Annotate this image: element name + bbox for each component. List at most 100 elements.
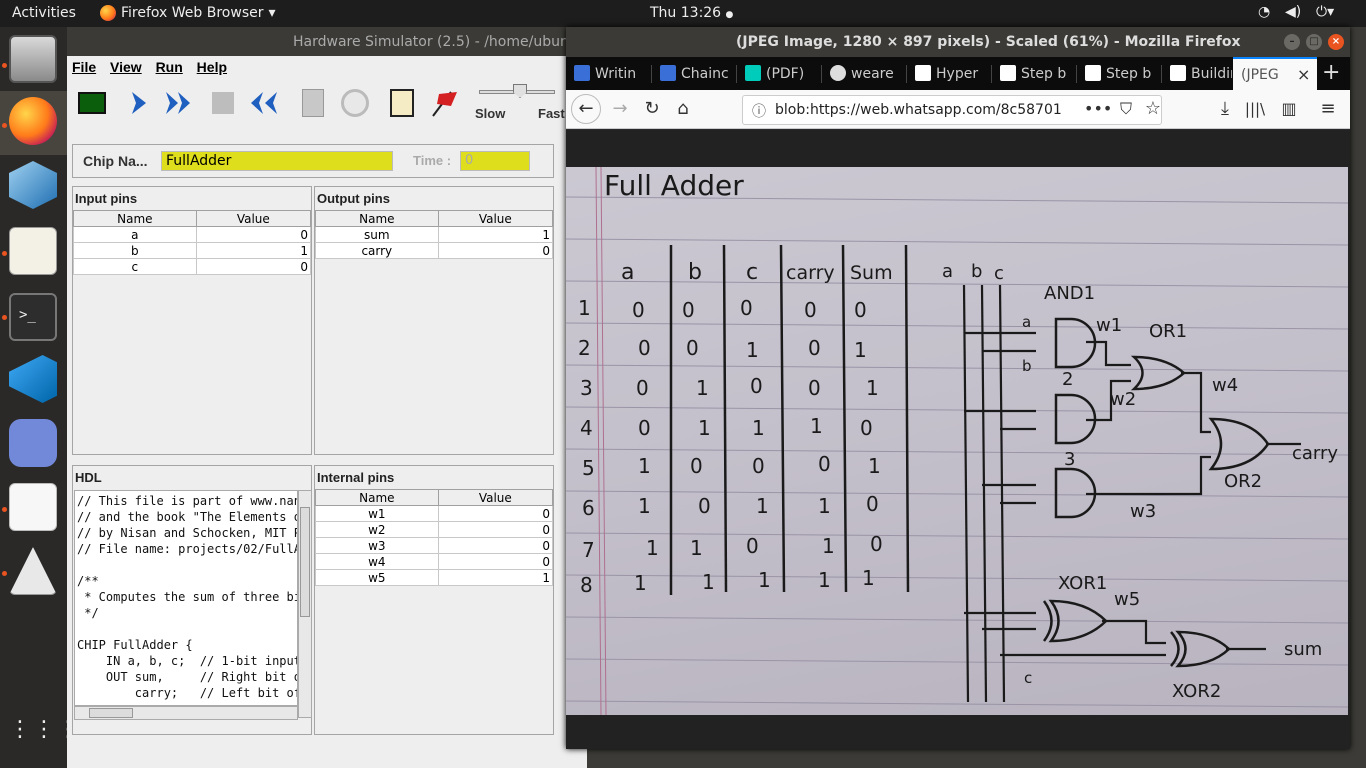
pocket-icon[interactable]: ⛉: [1114, 98, 1138, 122]
single-step-button[interactable]: [122, 86, 156, 120]
cell: 1: [866, 376, 879, 400]
running-indicator: [2, 251, 7, 256]
table-row[interactable]: w4 0: [315, 553, 554, 570]
hdl-code-view[interactable]: // This file is part of www.nand // and …: [74, 490, 298, 706]
tab-chainc[interactable]: Chainc: [652, 57, 736, 90]
java-app-icon[interactable]: [9, 547, 57, 595]
menu-view[interactable]: View: [110, 59, 142, 75]
sidebar-icon[interactable]: ▥: [1277, 98, 1301, 122]
table-row[interactable]: b1: [73, 242, 312, 259]
app-menu[interactable]: Firefox Web Browser ▾: [100, 5, 276, 21]
eval-button[interactable]: [296, 86, 330, 120]
cell: 0: [690, 454, 703, 478]
pin-value[interactable]: 0: [195, 226, 312, 243]
scrollbar-thumb[interactable]: [89, 708, 133, 718]
forward-arrow-icon[interactable]: →: [608, 98, 632, 122]
pin-label: a: [1022, 313, 1031, 331]
input-pins-table: Name Value a0 b1 c0: [73, 210, 312, 275]
table-row[interactable]: w1 0: [315, 505, 554, 522]
terminal-icon[interactable]: >_: [9, 293, 57, 341]
run-button[interactable]: [163, 86, 197, 120]
library-icon[interactable]: |||\: [1243, 98, 1267, 122]
table-row[interactable]: w2 0: [315, 521, 554, 538]
hdl-horizontal-scrollbar[interactable]: [74, 706, 298, 720]
menu-file[interactable]: File: [72, 59, 96, 75]
close-icon[interactable]: ×: [1328, 34, 1344, 50]
reset-button[interactable]: [248, 86, 282, 120]
column-header[interactable]: Name: [73, 210, 197, 227]
table-row[interactable]: w5 1: [315, 569, 554, 586]
tab-label: Step b: [1021, 66, 1067, 82]
hdl-vertical-scrollbar[interactable]: [298, 490, 312, 718]
speed-slider-thumb[interactable]: [513, 84, 527, 98]
tab-github[interactable]: weare: [822, 57, 906, 90]
load-script-button[interactable]: [385, 86, 419, 120]
file-manager-icon[interactable]: [9, 35, 57, 83]
scrollbar-thumb[interactable]: [300, 507, 310, 617]
cell: 1: [854, 338, 867, 362]
eclipse-icon[interactable]: [9, 483, 57, 531]
tick-tock-button[interactable]: [338, 86, 372, 120]
tab-jpeg-image[interactable]: (JPEG ×: [1233, 57, 1317, 90]
pin-value[interactable]: 0: [195, 258, 312, 275]
bookmark-star-icon[interactable]: ☆: [1141, 98, 1165, 122]
table-row[interactable]: w3 0: [315, 537, 554, 554]
close-tab-icon[interactable]: ×: [1297, 65, 1310, 84]
stop-button[interactable]: [206, 86, 240, 120]
load-chip-button[interactable]: [75, 86, 109, 120]
cell: 0: [870, 532, 883, 556]
firefox-titlebar: (JPEG Image, 1280 × 897 pixels) - Scaled…: [566, 27, 1350, 57]
table-row[interactable]: a0: [73, 226, 312, 243]
table-row[interactable]: carry 0: [315, 242, 554, 259]
show-applications-icon[interactable]: ⋮⋮⋮: [9, 707, 79, 755]
menu-help[interactable]: Help: [197, 59, 227, 75]
table-header: a: [621, 260, 634, 285]
column-header[interactable]: Value: [195, 210, 312, 227]
firefox-icon[interactable]: [9, 97, 57, 145]
page-actions-icon[interactable]: •••: [1084, 98, 1112, 122]
pin-value: 0: [437, 521, 554, 538]
volume-icon[interactable]: ◀): [1285, 4, 1301, 20]
download-icon[interactable]: ⤓: [1213, 98, 1237, 122]
hamburger-menu-icon[interactable]: ≡: [1316, 98, 1340, 122]
home-icon[interactable]: ⌂: [671, 98, 695, 122]
clock[interactable]: Thu 13:26 ●: [650, 5, 733, 21]
back-arrow-icon[interactable]: ←: [571, 94, 601, 124]
virtualbox-icon[interactable]: [9, 161, 57, 209]
power-icon[interactable]: ⏻▾: [1316, 4, 1334, 20]
tab-pdf[interactable]: (PDF): [737, 57, 821, 90]
pin-value[interactable]: 1: [195, 242, 312, 259]
vscode-icon[interactable]: [9, 355, 57, 403]
reload-icon[interactable]: ↻: [640, 98, 664, 122]
table-row[interactable]: c0: [73, 258, 312, 275]
input-pins-panel: Input pins Name Value a0 b1 c0: [72, 186, 312, 455]
column-header[interactable]: Name: [315, 489, 439, 506]
maximize-icon[interactable]: □: [1306, 34, 1322, 50]
tab-step-1[interactable]: Step b: [992, 57, 1076, 90]
wifi-icon[interactable]: ◔: [1258, 4, 1270, 20]
new-tab-icon[interactable]: +: [1322, 60, 1340, 85]
tab-strip: Writin Chainc (PDF) weare Hyper Step b S…: [566, 57, 1350, 90]
tab-building[interactable]: Buildir: [1162, 57, 1232, 90]
column-header[interactable]: Value: [437, 489, 554, 506]
url-text: blob:https://web.whatsapp.com/8c58701: [775, 102, 1062, 118]
pin-name: w4: [315, 553, 439, 570]
step-icon: [132, 92, 146, 114]
tab-hyper[interactable]: Hyper: [907, 57, 991, 90]
column-header[interactable]: Value: [437, 210, 554, 227]
menu-run[interactable]: Run: [156, 59, 183, 75]
info-icon[interactable]: ⓘ: [752, 101, 766, 121]
activities-button[interactable]: Activities: [12, 5, 76, 21]
cell: 0: [638, 416, 651, 440]
table-row[interactable]: sum 1: [315, 226, 554, 243]
tab-writing[interactable]: Writin: [566, 57, 651, 90]
tab-step-2[interactable]: Step b: [1077, 57, 1161, 90]
cell: 0: [698, 494, 711, 518]
discord-icon[interactable]: [9, 419, 57, 467]
cell: 1: [810, 414, 823, 438]
column-header[interactable]: Name: [315, 210, 439, 227]
minimize-icon[interactable]: –: [1284, 34, 1300, 50]
breakpoints-button[interactable]: [427, 86, 461, 120]
text-editor-icon[interactable]: [9, 227, 57, 275]
gate-label: OR2: [1224, 471, 1262, 492]
